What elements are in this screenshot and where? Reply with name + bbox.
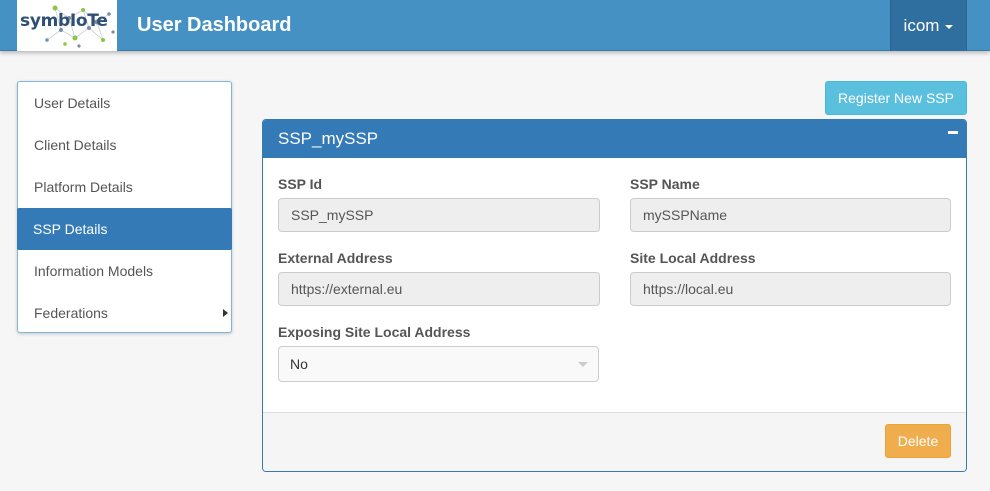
sidebar-item-label: Platform Details — [34, 179, 133, 195]
caret-right-icon — [223, 309, 228, 317]
user-menu-dropdown[interactable]: icom — [890, 0, 967, 51]
sidebar-item-label: Information Models — [34, 263, 154, 279]
panel-footer: Delete — [263, 412, 966, 471]
app-title[interactable]: User Dashboard — [137, 14, 292, 37]
sidebar-item-label: Federations — [34, 305, 108, 321]
collapse-icon[interactable] — [948, 131, 958, 134]
register-new-ssp-button[interactable]: Register New SSP — [825, 81, 967, 115]
panel-title: SSP_mySSP — [278, 129, 379, 148]
sidebar-item-ssp-details[interactable]: SSP Details — [17, 208, 232, 250]
external-address-label: External Address — [278, 250, 393, 266]
select-value: No — [290, 356, 308, 372]
sidebar-item-platform-details[interactable]: Platform Details — [18, 166, 231, 208]
exposing-site-local-address-label: Exposing Site Local Address — [278, 324, 471, 340]
ssp-id-label: SSP Id — [278, 176, 323, 192]
dropdown-arrow-icon — [578, 362, 588, 367]
ssp-name-label: SSP Name — [630, 176, 700, 192]
ssp-id-field[interactable]: SSP_mySSP — [278, 198, 600, 232]
user-name: icom — [903, 15, 940, 35]
sidebar-item-client-details[interactable]: Client Details — [18, 124, 231, 166]
site-local-address-field[interactable]: https://local.eu — [630, 272, 951, 306]
ssp-panel: SSP_mySSP SSP Id SSP_mySSP SSP Name mySS… — [262, 119, 967, 472]
ssp-name-field[interactable]: mySSPName — [630, 198, 951, 232]
external-address-field[interactable]: https://external.eu — [278, 272, 600, 306]
sidebar-item-label: Client Details — [34, 137, 117, 153]
top-navbar: symbIoTe User Dashboard icom — [0, 0, 990, 51]
sidebar-item-information-models[interactable]: Information Models — [18, 250, 231, 292]
site-local-address-label: Site Local Address — [630, 250, 756, 266]
logo-text: symbIoTe — [20, 11, 108, 31]
sidebar-item-label: SSP Details — [33, 221, 108, 237]
sidebar-item-user-details[interactable]: User Details — [18, 82, 231, 124]
sidebar-item-label: User Details — [34, 95, 111, 111]
panel-heading[interactable]: SSP_mySSP — [263, 120, 966, 158]
caret-down-icon — [945, 24, 954, 29]
delete-button[interactable]: Delete — [885, 424, 951, 458]
symbiote-logo[interactable]: symbIoTe — [17, 0, 117, 51]
sidebar-item-federations[interactable]: Federations — [18, 292, 231, 334]
exposing-site-local-address-select[interactable]: No — [278, 346, 599, 382]
sidebar-menu: User Details Client Details Platform Det… — [17, 81, 232, 333]
